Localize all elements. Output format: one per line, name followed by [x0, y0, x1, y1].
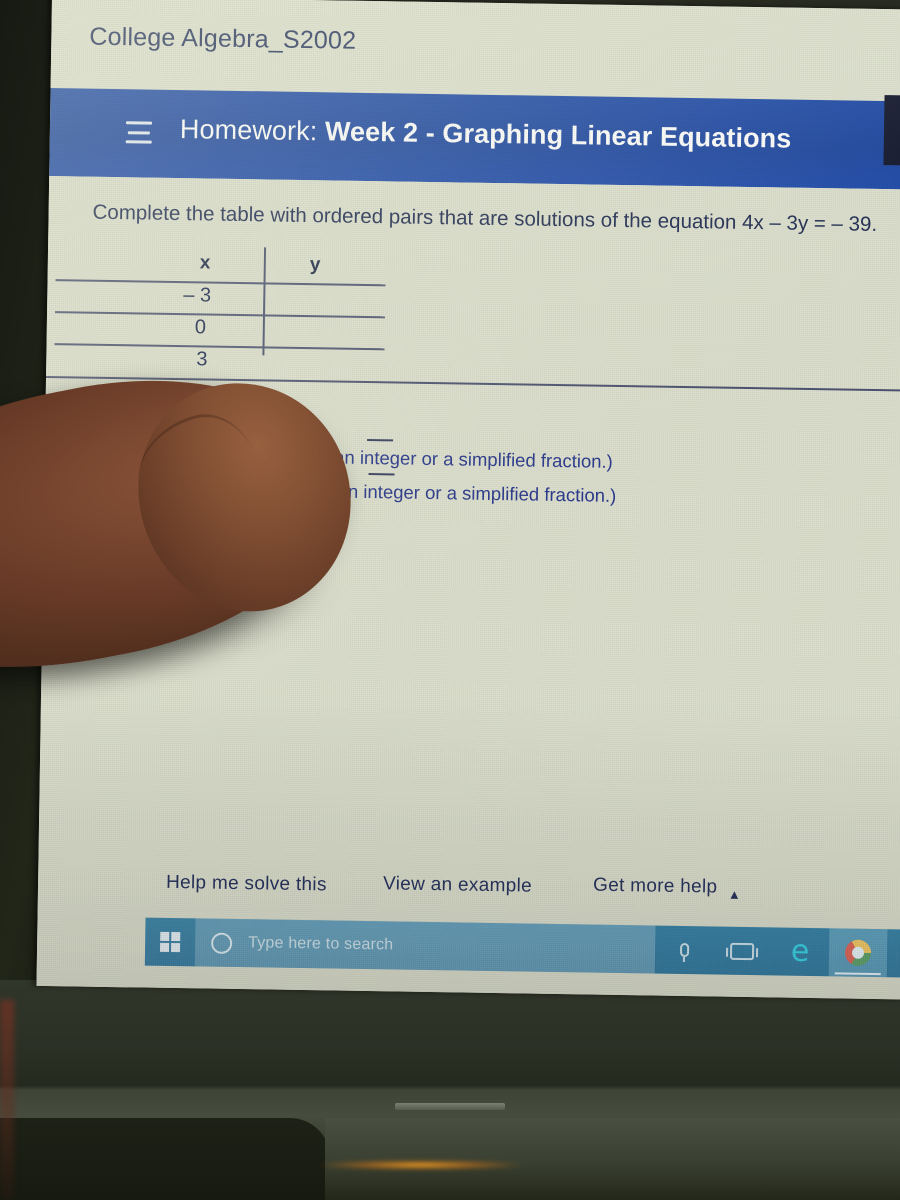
laptop-hinge-strip	[395, 1103, 505, 1110]
table-cell-x-1: – 3	[183, 284, 212, 307]
action-links: Help me solve this View an example Get m…	[38, 866, 900, 924]
table-header-x: x	[199, 252, 211, 274]
answer-input-2[interactable]	[368, 473, 395, 476]
microphone-icon[interactable]	[655, 926, 714, 975]
task-view-icon[interactable]	[713, 927, 772, 976]
windows-taskbar: Type here to search e	[144, 917, 900, 979]
table-column-divider	[262, 247, 267, 356]
taskbar-search-box[interactable]: Type here to search	[194, 918, 656, 974]
course-title-strip: College Algebra_S2002	[50, 0, 900, 102]
right-edge-panel	[883, 95, 900, 166]
table-header-row: x y	[148, 250, 388, 284]
chrome-browser-icon[interactable]	[828, 928, 888, 978]
table-row-rule	[54, 343, 385, 350]
chevron-up-icon[interactable]: ▲	[728, 887, 741, 902]
table-cell-x-2: 0	[194, 316, 207, 339]
table-cell-x-3: 3	[196, 348, 208, 371]
photo-scene: College Algebra_S2002 Homework: Week 2 -…	[0, 0, 900, 1200]
file-explorer-icon[interactable]	[887, 929, 900, 978]
help-me-solve-this-link[interactable]: Help me solve this	[166, 872, 327, 897]
laptop-lip-right	[325, 1118, 900, 1200]
table-header-y: y	[309, 254, 321, 276]
view-an-example-link[interactable]: View an example	[383, 873, 532, 897]
left-red-reflection	[0, 1000, 14, 1200]
get-more-help-link[interactable]: Get more help	[593, 875, 718, 899]
problem-prompt: Complete the table with ordered pairs th…	[92, 200, 878, 236]
assignment-title: Homework: Week 2 - Graphing Linear Equat…	[180, 114, 792, 155]
ordered-pairs-table: x y	[148, 250, 388, 284]
laptop-lip-left	[0, 1118, 330, 1200]
edge-browser-icon[interactable]: e	[771, 927, 830, 976]
hamburger-menu-icon[interactable]	[125, 121, 153, 144]
taskbar-search-placeholder: Type here to search	[248, 934, 394, 954]
app-header-bar: Homework: Week 2 - Graphing Linear Equat…	[49, 87, 900, 190]
cortana-circle-icon[interactable]	[210, 932, 233, 954]
taskbar-icon-group: e	[655, 926, 900, 979]
indicator-light-glow	[320, 1160, 520, 1170]
assignment-title-name: Week 2 - Graphing Linear Equations	[324, 116, 792, 154]
answer-input-1[interactable]	[367, 439, 394, 442]
course-title: College Algebra_S2002	[89, 22, 357, 55]
windows-start-icon[interactable]	[145, 918, 196, 967]
assignment-title-prefix: Homework:	[179, 114, 318, 147]
table-row-rule	[55, 311, 386, 318]
